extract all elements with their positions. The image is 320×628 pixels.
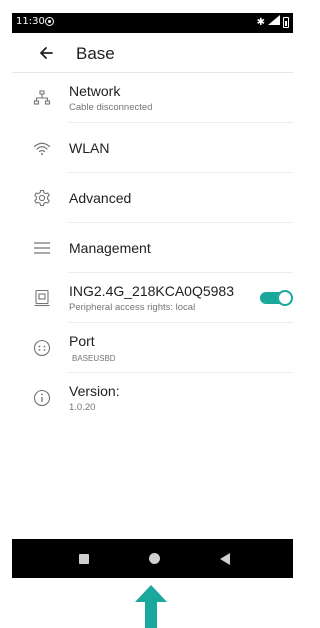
status-icons: ✱ [257, 15, 289, 30]
wlan-label: WLAN [69, 140, 110, 156]
toggle-thumb [277, 290, 293, 306]
navigation-bar [12, 539, 293, 578]
port-label: Port [69, 333, 95, 349]
page-title: Base [76, 44, 115, 63]
pointer-arrow-icon [135, 585, 167, 628]
info-icon [33, 389, 51, 407]
list-item-management[interactable]: Management [12, 223, 293, 273]
wifi-icon [33, 142, 51, 155]
port-value: BASEUSBD [72, 354, 116, 363]
list-item-wlan[interactable]: WLAN [12, 123, 293, 173]
version-label: Version: [69, 383, 120, 399]
recent-apps-icon[interactable] [79, 554, 89, 564]
gear-icon [34, 189, 50, 207]
sim-icon [45, 17, 54, 26]
network-label: Network [69, 83, 121, 99]
status-time: 11:30 [16, 16, 45, 27]
status-bar: 11:30 ✱ [12, 13, 293, 33]
advanced-label: Advanced [69, 190, 132, 206]
list-item-advanced[interactable]: Advanced [12, 173, 293, 223]
list-item-network[interactable]: Network Cable disconnected [12, 73, 293, 123]
list-item-peripheral[interactable]: ING2.4G_218KCA0Q5983 Peripheral access r… [12, 273, 293, 323]
network-status: Cable disconnected [69, 102, 153, 113]
app-bar: Base [12, 33, 293, 73]
home-icon[interactable] [149, 553, 160, 564]
menu-icon [34, 242, 50, 254]
list-item-version: Version: 1.0.20 [12, 373, 293, 423]
device-screen: 11:30 ✱ Base Network Cable disconnected … [12, 13, 293, 578]
device-icon [34, 289, 50, 307]
network-icon [33, 90, 51, 105]
port-icon [33, 339, 51, 357]
back-icon[interactable] [220, 553, 230, 565]
version-value: 1.0.20 [69, 402, 96, 413]
management-label: Management [69, 240, 151, 256]
peripheral-access: Peripheral access rights: local [69, 302, 196, 313]
list-item-port[interactable]: Port BASEUSBD [12, 323, 293, 373]
peripheral-label: ING2.4G_218KCA0Q5983 [69, 283, 234, 299]
signal-icon [268, 15, 280, 30]
battery-icon [283, 17, 289, 28]
peripheral-toggle[interactable] [260, 290, 293, 306]
settings-list: Network Cable disconnected WLAN Advanced… [12, 73, 293, 423]
back-arrow-icon[interactable] [36, 43, 56, 63]
bluetooth-icon: ✱ [256, 16, 265, 28]
